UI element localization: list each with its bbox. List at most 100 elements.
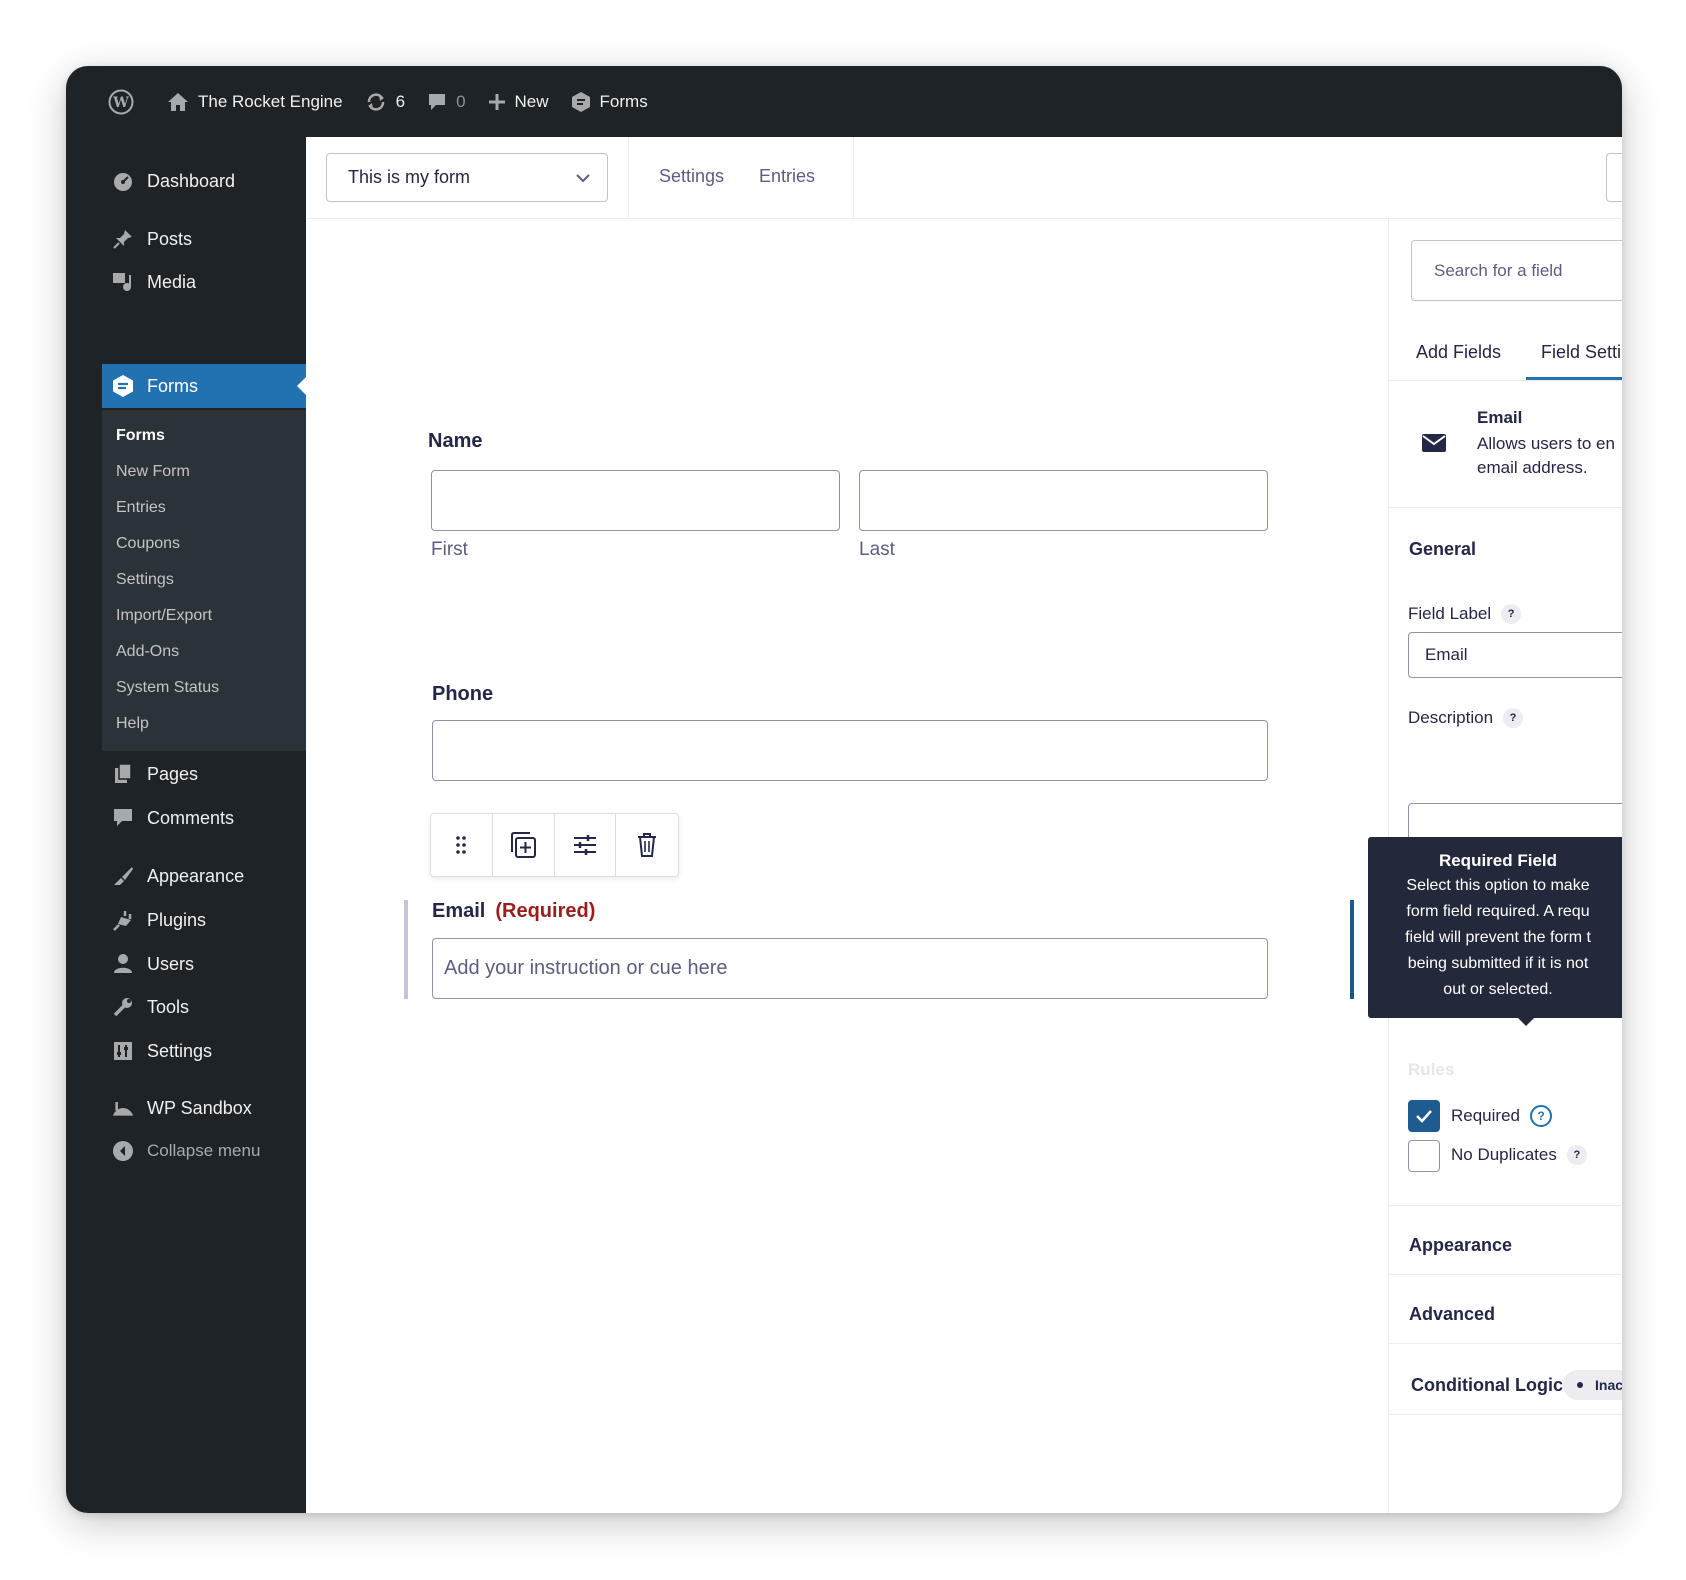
main-content: This is my form Settings Entries Name Fi… (306, 137, 1622, 1513)
sidebar-item-plugins[interactable]: Plugins (66, 898, 306, 942)
sidebar-item-tools[interactable]: Tools (66, 985, 306, 1029)
first-name-input[interactable] (431, 470, 840, 531)
no-duplicates-checkbox-label[interactable]: No Duplicates ? (1451, 1145, 1587, 1165)
toolbar-entries-link[interactable]: Entries (759, 166, 815, 187)
app-window: W The Rocket Engine 6 0 New Forms Dashbo… (66, 66, 1622, 1513)
conditional-logic-status-badge: Inac (1563, 1370, 1622, 1400)
help-icon[interactable]: ? (1503, 708, 1524, 728)
settings-icon (112, 1040, 134, 1062)
new-content-link[interactable]: New (488, 92, 549, 112)
panel-divider (1389, 1414, 1622, 1415)
comment-bubble-icon (429, 93, 446, 110)
submenu-item-system-status[interactable]: System Status (116, 679, 219, 697)
wordpress-logo-icon[interactable]: W (108, 89, 143, 115)
updates-link[interactable]: 6 (365, 92, 405, 112)
submenu-item-import-export[interactable]: Import/Export (116, 607, 212, 625)
panel-divider (1389, 1343, 1622, 1344)
gravity-forms-icon (571, 91, 590, 112)
status-badge-text: Inac (1595, 1377, 1622, 1393)
submenu-item-forms[interactable]: Forms (116, 427, 165, 445)
forms-adminbar-link[interactable]: Forms (571, 91, 648, 113)
forms-submenu: Forms New Form Entries Coupons Settings … (102, 410, 306, 751)
form-editor-toolbar: This is my form Settings Entries (306, 137, 1622, 219)
submenu-item-add-ons[interactable]: Add-Ons (116, 643, 179, 661)
panel-divider (1389, 380, 1622, 381)
delete-field-button[interactable] (616, 814, 678, 876)
new-label: New (514, 91, 549, 111)
help-icon[interactable]: ? (1501, 604, 1522, 624)
no-duplicates-checkbox[interactable] (1408, 1140, 1440, 1172)
field-action-toolbar (430, 813, 679, 877)
sidebar-item-label: Media (147, 271, 197, 292)
toolbar-divider (628, 137, 629, 219)
selected-field-type: Email (1477, 408, 1523, 427)
sidebar-item-label: Settings (147, 1040, 213, 1061)
help-icon[interactable]: ? (1566, 1145, 1587, 1165)
collapse-menu-button[interactable]: Collapse menu (66, 1129, 306, 1173)
duplicate-field-button[interactable] (493, 814, 555, 876)
advanced-section-toggle[interactable]: Advanced (1409, 1304, 1495, 1325)
selected-field-right-indicator (1350, 900, 1354, 999)
site-name-link[interactable]: The Rocket Engine (167, 92, 343, 112)
required-checkbox-label[interactable]: Required ? (1451, 1105, 1552, 1127)
sidebar-item-settings[interactable]: Settings (66, 1029, 306, 1073)
email-input[interactable]: Add your instruction or cue here (432, 938, 1268, 999)
field-settings-button[interactable] (555, 814, 617, 876)
sidebar-item-users[interactable]: Users (66, 942, 306, 986)
description-label: Description ? (1408, 708, 1524, 728)
conditional-logic-section-toggle[interactable]: Conditional Logic (1411, 1375, 1563, 1396)
admin-sidebar: Dashboard Posts Media Forms Forms New Fo… (66, 137, 306, 1513)
sidebar-item-label: Dashboard (147, 170, 236, 191)
tooltip-arrow (1518, 1018, 1534, 1026)
name-field-label: Name (428, 430, 483, 452)
sidebar-item-label: Plugins (147, 909, 207, 930)
sidebar-item-appearance[interactable]: Appearance (66, 854, 306, 898)
trash-icon (638, 833, 657, 857)
comments-count: 0 (456, 91, 466, 111)
tab-field-settings[interactable]: Field Setti (1541, 342, 1621, 363)
submenu-item-entries[interactable]: Entries (116, 499, 166, 517)
tooltip-title: Required Field (1438, 851, 1558, 870)
general-section-toggle[interactable]: General (1409, 539, 1476, 560)
sidebar-item-comments[interactable]: Comments (66, 796, 306, 840)
media-icon (112, 271, 134, 293)
checkmark-icon (1416, 1110, 1432, 1123)
appearance-section-toggle[interactable]: Appearance (1409, 1235, 1512, 1256)
form-switcher-value: This is my form (348, 167, 471, 187)
submenu-item-help[interactable]: Help (116, 715, 149, 733)
sidebar-item-posts[interactable]: Posts (66, 217, 306, 261)
admin-bar: W The Rocket Engine 6 0 New Forms (66, 66, 1622, 137)
site-name: The Rocket Engine (198, 91, 343, 111)
sidebar-item-media[interactable]: Media (66, 260, 306, 304)
rules-label: Rules (1408, 1060, 1455, 1079)
home-icon (168, 92, 188, 111)
form-canvas: Name First Last Phone Email (Required) A… (306, 219, 1386, 1513)
pages-icon (112, 763, 134, 785)
phone-input[interactable] (432, 720, 1268, 781)
toolbar-settings-link[interactable]: Settings (659, 166, 724, 187)
brush-icon (112, 865, 134, 887)
field-search-input[interactable]: Search for a field (1411, 240, 1622, 301)
sidebar-item-wp-sandbox[interactable]: WP Sandbox (66, 1086, 306, 1130)
submenu-item-coupons[interactable]: Coupons (116, 535, 180, 553)
submenu-item-new-form[interactable]: New Form (116, 463, 190, 481)
submenu-item-settings[interactable]: Settings (116, 571, 174, 589)
sidebar-item-forms[interactable]: Forms (102, 364, 306, 408)
sidebar-item-pages[interactable]: Pages (66, 752, 306, 796)
field-search-placeholder: Search for a field (1434, 260, 1563, 280)
field-label-label: Field Label ? (1408, 604, 1522, 624)
help-icon[interactable]: ? (1530, 1105, 1552, 1127)
drag-handle-button[interactable] (431, 814, 493, 876)
sidebar-item-dashboard[interactable]: Dashboard (66, 159, 306, 203)
description-label-text: Description (1408, 708, 1494, 727)
last-name-input[interactable] (859, 470, 1268, 531)
required-checkbox[interactable] (1408, 1100, 1440, 1132)
current-menu-arrow (297, 377, 306, 395)
drag-handle-icon (456, 836, 467, 854)
sidebar-item-label: Pages (147, 763, 199, 784)
form-switcher-select[interactable]: This is my form (326, 153, 608, 202)
tab-add-fields[interactable]: Add Fields (1416, 342, 1501, 363)
field-label-input[interactable]: Email (1408, 632, 1622, 678)
toolbar-right-button[interactable] (1606, 153, 1622, 202)
comments-link[interactable]: 0 (427, 91, 466, 112)
